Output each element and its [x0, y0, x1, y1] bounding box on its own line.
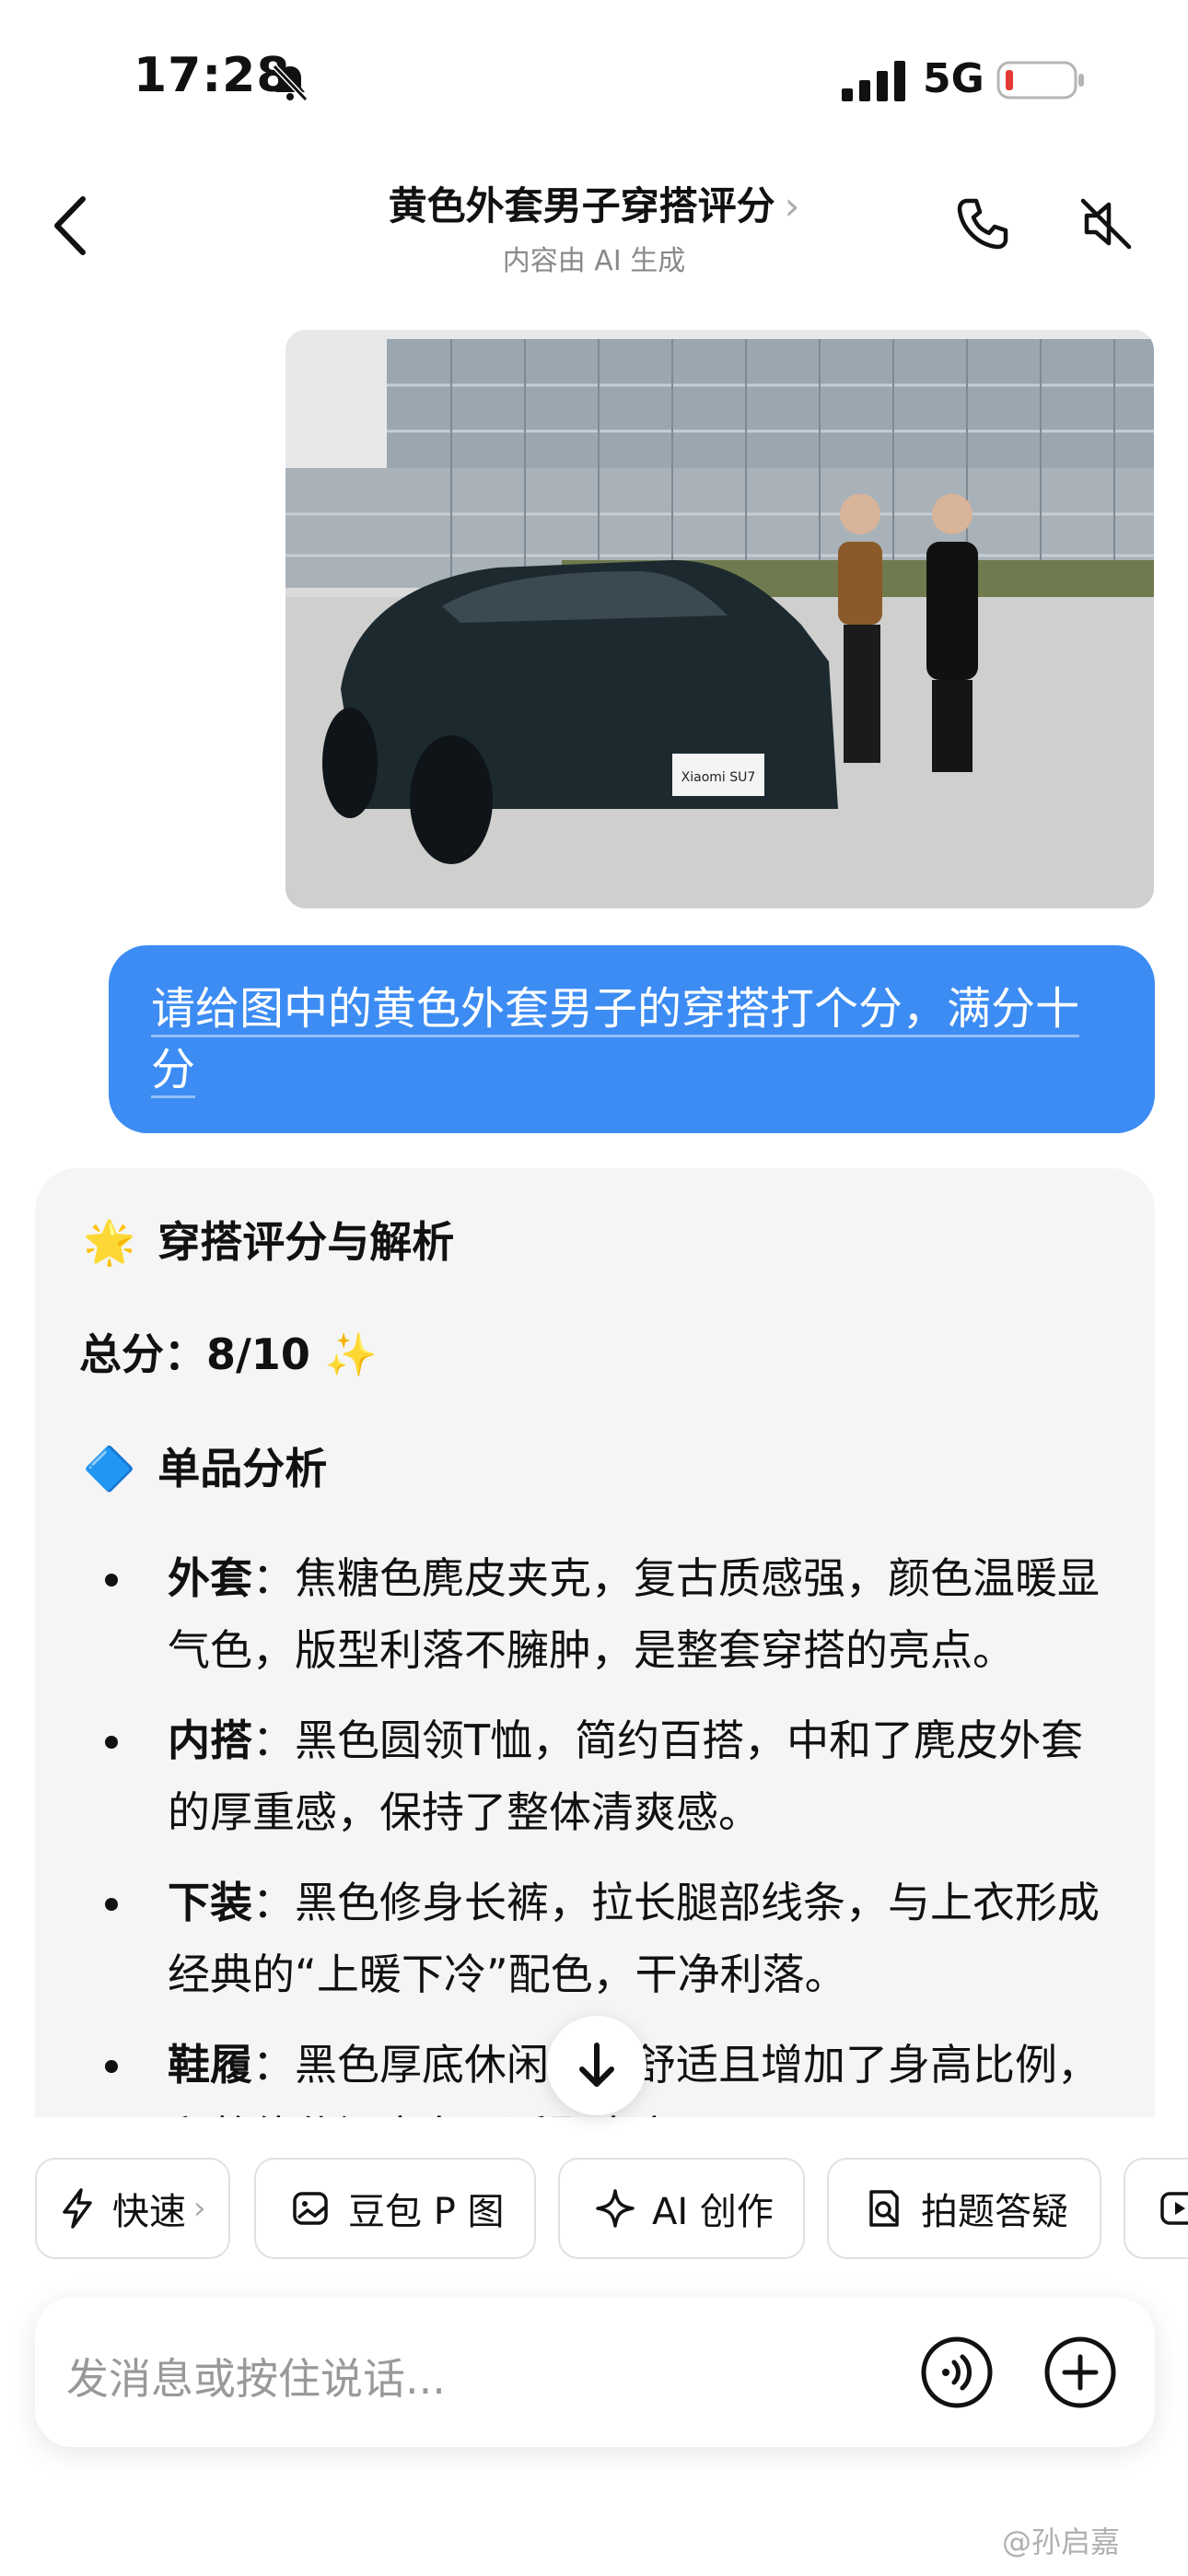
quick-action-ai-create[interactable]: AI 创作 [558, 2158, 805, 2259]
item-separator: ： [252, 2040, 295, 2090]
bullet-icon [105, 2060, 118, 2073]
item-separator: ： [252, 1553, 295, 1603]
user-message-bubble[interactable]: 请给图中的黄色外套男子的穿搭打个分，满分十分 [109, 945, 1155, 1133]
phone-icon[interactable] [954, 195, 1011, 252]
item-separator: ： [252, 1878, 295, 1927]
arrow-down-icon [579, 2043, 614, 2087]
quick-action-label: 快速 [112, 2191, 186, 2233]
item-text: 黑色圆领T恤，简约百搭，中和了麂皮外套的厚重感，保持了整体清爽感。 [168, 1715, 1084, 1837]
speaker-mute-icon[interactable] [1077, 195, 1135, 252]
section-heading: 🔷 单品分析 [83, 1435, 327, 1496]
list-item: 内搭：黑色圆领T恤，简约百搭，中和了麂皮外套的厚重感，保持了整体清爽感。 [90, 1704, 1118, 1848]
lightning-icon [63, 2188, 92, 2229]
message-input-bar[interactable]: 发消息或按住说话... [35, 2298, 1155, 2447]
item-separator: ： [252, 1715, 295, 1765]
quick-action-fast[interactable]: 快速 › [35, 2158, 230, 2259]
network-type: 5G [923, 55, 984, 102]
quick-action-bar: 快速 › 豆包 P 图 AI 创作 拍题答疑 [0, 2117, 1188, 2283]
sparkle-icon [596, 2189, 635, 2228]
shared-photo[interactable]: Xiaomi SU7 [285, 330, 1154, 908]
bullet-icon [105, 1736, 118, 1749]
quick-action-homework[interactable]: 拍题答疑 [827, 2158, 1101, 2259]
item-term: 下装 [168, 1878, 252, 1927]
quick-action-label: 豆包 P 图 [348, 2191, 505, 2233]
watermark: @孙启嘉 [1002, 2524, 1121, 2559]
quick-action-label: 拍题答疑 [921, 2191, 1068, 2233]
chevron-right-icon: › [193, 2190, 206, 2227]
user-message-text: 请给图中的黄色外套男子的穿搭打个分，满分十分 [151, 983, 1080, 1098]
bell-off-icon [272, 64, 309, 102]
search-document-icon [869, 2190, 899, 2227]
bullet-icon [105, 1574, 118, 1587]
section-heading-text: 单品分析 [157, 1444, 328, 1493]
chevron-right-icon: › [784, 183, 800, 228]
reply-heading: 🌟 穿搭评分与解析 [83, 1209, 454, 1270]
bullet-icon [105, 1898, 118, 1911]
item-text: 黑色修身长裤，拉长腿部线条，与上衣形成经典的“上暖下冷”配色，干净利落。 [168, 1878, 1100, 1999]
item-term: 鞋履 [168, 2040, 252, 2090]
star-icon: 🌟 [83, 1217, 136, 1267]
battery-icon [996, 61, 1084, 100]
chat-title-text: 黄色外套男子穿搭评分 [388, 183, 775, 228]
image-edit-icon [293, 2192, 328, 2225]
list-item: 下装：黑色修身长裤，拉长腿部线条，与上衣形成经典的“上暖下冷”配色，干净利落。 [90, 1867, 1118, 2010]
quick-action-label: AI 创作 [652, 2191, 774, 2233]
item-term: 外套 [168, 1553, 252, 1603]
reply-heading-text: 穿搭评分与解析 [157, 1217, 455, 1267]
item-term: 内搭 [168, 1715, 252, 1765]
score-text: 总分：8/10 [79, 1329, 310, 1379]
quick-action-more[interactable] [1124, 2158, 1188, 2259]
signal-icon [842, 61, 905, 101]
list-item: 外套：焦糖色麂皮夹克，复古质感强，颜色温暖显气色，版型利落不臃肿，是整套穿搭的亮… [90, 1542, 1118, 1686]
score-line: 总分：8/10 ✨ [79, 1321, 378, 1382]
voice-call-icon[interactable] [919, 2335, 995, 2410]
scroll-down-button[interactable] [547, 2016, 646, 2115]
video-icon [1160, 2192, 1188, 2225]
item-text: 焦糖色麂皮夹克，复古质感强，颜色温暖显气色，版型利落不臃肿，是整套穿搭的亮点。 [168, 1553, 1100, 1675]
quick-action-image-edit[interactable]: 豆包 P 图 [254, 2158, 536, 2259]
diamond-icon: 🔷 [83, 1444, 136, 1493]
status-time: 17:28 [134, 48, 291, 103]
ai-reply-card: 🌟 穿搭评分与解析 总分：8/10 ✨ 🔷 单品分析 外套：焦糖色麂皮夹克，复古质感… [35, 1168, 1155, 2117]
license-plate: Xiaomi SU7 [681, 770, 756, 785]
message-input[interactable]: 发消息或按住说话... [66, 2346, 446, 2406]
sparkles-icon: ✨ [324, 1329, 379, 1379]
plus-icon[interactable] [1042, 2335, 1118, 2410]
